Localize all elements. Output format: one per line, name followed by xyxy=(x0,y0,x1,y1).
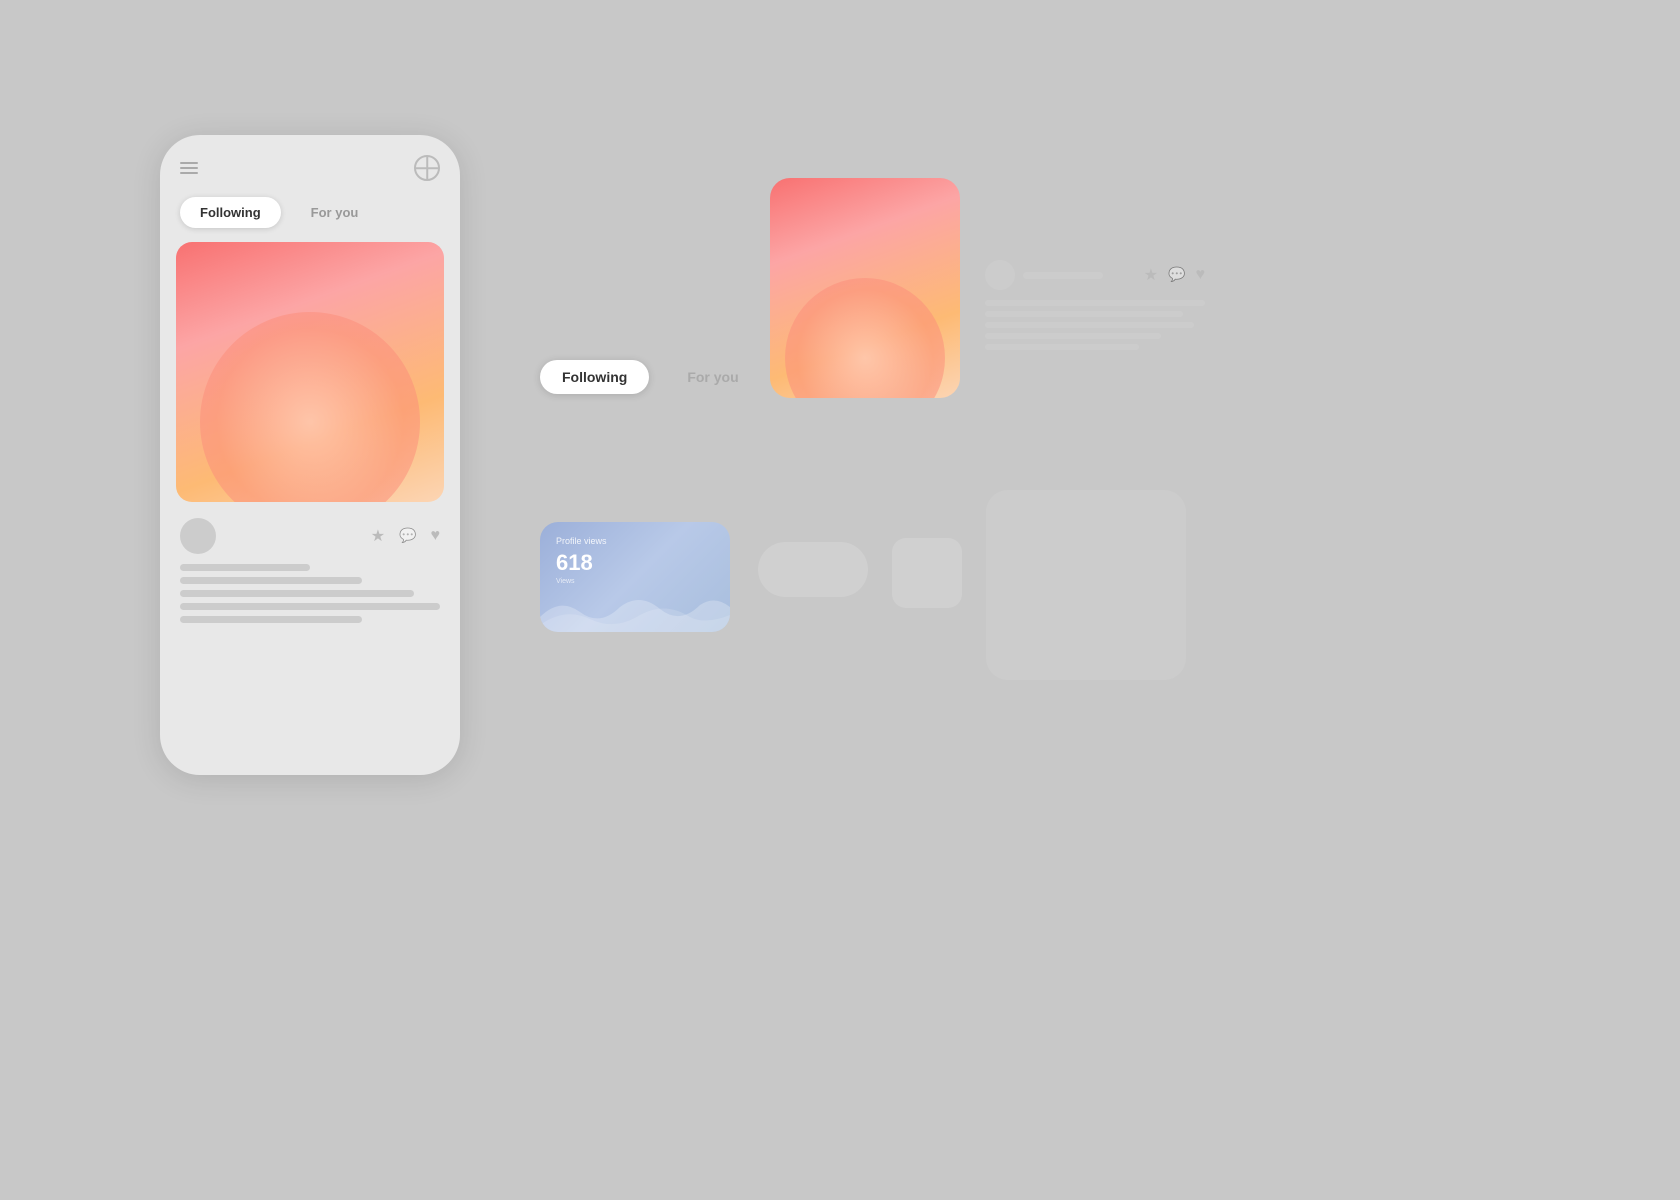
phone-post-actions xyxy=(176,518,444,554)
large-image-card xyxy=(770,178,960,398)
phone-post-avatar xyxy=(180,518,216,554)
phone-text-line-2 xyxy=(180,577,362,584)
review-avatar xyxy=(985,260,1015,290)
phone-heart-icon[interactable] xyxy=(431,527,441,545)
phone-post-image xyxy=(176,242,444,502)
phone-image-circle xyxy=(200,312,420,502)
standalone-tab-following[interactable]: Following xyxy=(540,360,649,394)
stats-card-sublabel: Views xyxy=(556,578,714,585)
review-line-3 xyxy=(985,322,1194,328)
review-comment-icon[interactable] xyxy=(1168,266,1185,284)
phone-post-text xyxy=(176,564,444,623)
phone-tab-following[interactable]: Following xyxy=(180,197,281,228)
phone-text-line-5 xyxy=(180,616,362,623)
large-image-circle xyxy=(785,278,945,398)
stats-card-label: Profile views xyxy=(556,536,714,546)
phone-mockup: Following For you xyxy=(160,135,460,775)
review-header xyxy=(985,260,1205,290)
phone-text-line-1 xyxy=(180,564,310,571)
phone-action-icons xyxy=(371,526,440,546)
review-line-4 xyxy=(985,333,1161,339)
review-heart-icon[interactable] xyxy=(1196,266,1206,284)
standalone-tab-switcher: Following For you xyxy=(540,360,761,394)
phone-header xyxy=(176,155,444,181)
phone-text-line-4 xyxy=(180,603,440,610)
phone-tab-switcher: Following For you xyxy=(176,197,444,228)
review-line-2 xyxy=(985,311,1183,317)
phone-text-line-3 xyxy=(180,590,414,597)
stats-wave-svg xyxy=(540,587,730,632)
review-action-icons xyxy=(1144,265,1205,285)
small-square-card xyxy=(892,538,962,608)
pill-button[interactable] xyxy=(758,542,868,597)
stats-card: Profile views 618 Views xyxy=(540,522,730,632)
phone-tab-for-you[interactable]: For you xyxy=(291,197,379,228)
hamburger-icon[interactable] xyxy=(180,162,198,174)
standalone-tab-for-you[interactable]: For you xyxy=(665,360,760,394)
stats-card-value: 618 xyxy=(556,550,714,576)
review-star-icon[interactable] xyxy=(1144,265,1158,285)
phone-star-icon[interactable] xyxy=(371,526,385,546)
review-text-block xyxy=(985,300,1205,350)
review-card xyxy=(985,260,1205,350)
review-name-line xyxy=(1023,272,1103,279)
review-line-1 xyxy=(985,300,1205,306)
globe-icon[interactable] xyxy=(414,155,440,181)
large-square-card xyxy=(986,490,1186,680)
phone-comment-icon[interactable] xyxy=(399,527,416,545)
review-line-5 xyxy=(985,344,1139,350)
